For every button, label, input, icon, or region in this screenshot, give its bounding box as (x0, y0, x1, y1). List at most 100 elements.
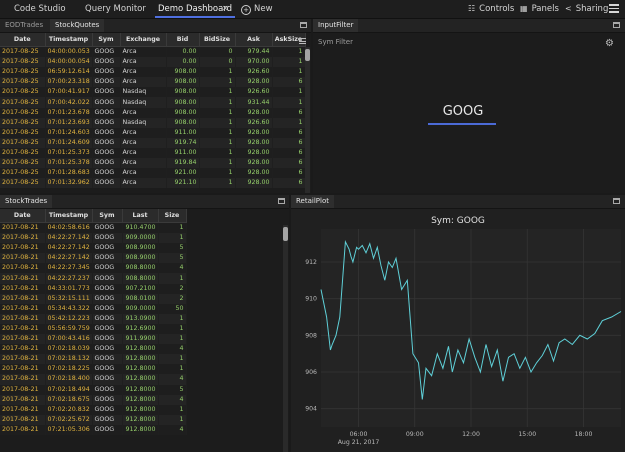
table-row[interactable]: 2017-08-25 07:01:24.609 GOOG Arca 919.74 1 928… (0, 137, 306, 148)
gear-icon[interactable]: ⚙ (605, 38, 614, 49)
table-cell: 0.00 (166, 57, 200, 68)
maximize-icon[interactable] (278, 198, 285, 204)
maximize-icon[interactable] (613, 198, 620, 204)
table-cell: 911.9900 (122, 334, 159, 345)
table-row[interactable]: 2017-08-21 07:02:18.494 GOOG 912.8000 5 (0, 384, 187, 395)
table-cell: 6 (272, 107, 306, 118)
stockquotes-scrollbar[interactable] (305, 47, 310, 193)
table-cell: Arca (120, 168, 167, 179)
retailplot-panel: RetailPlot Sym: GOOG 904 906 908 910 912 06:… (291, 195, 625, 452)
col-header-date[interactable]: Date (0, 33, 46, 47)
table-row[interactable]: 2017-08-21 07:02:25.672 GOOG 912.8000 1 (0, 414, 187, 425)
col-header-exchange[interactable]: Exchange (120, 33, 167, 47)
table-cell: 913.0900 (122, 313, 159, 324)
table-row[interactable]: 2017-08-25 04:00:00.053 GOOG Arca 0.00 0 979.4… (0, 46, 306, 58)
col-header-date[interactable]: Date (0, 209, 46, 223)
table-cell: 2017-08-25 (0, 137, 46, 148)
sharing-button[interactable]: < Sharing (565, 0, 608, 18)
table-row[interactable]: 2017-08-21 07:02:18.132 GOOG 912.8000 1 (0, 354, 187, 365)
tab-stocktrades[interactable]: StockTrades (0, 195, 53, 208)
stocktrades-scroll-thumb[interactable] (283, 227, 288, 241)
tab-code-studio[interactable]: Code Studio (14, 0, 66, 18)
table-row[interactable]: 2017-08-21 04:22:27.142 GOOG 909.0000 1 (0, 233, 187, 244)
table-row[interactable]: 2017-08-25 07:01:24.603 GOOG Arca 911.00 1 928… (0, 127, 306, 138)
col-header-sym[interactable]: Sym (92, 209, 123, 223)
tab-eodtrades[interactable]: EODTrades (0, 19, 48, 32)
table-row[interactable]: 2017-08-25 07:01:23.693 GOOG Nasdaq 908.00 1 9… (0, 117, 306, 128)
sym-filter-value[interactable]: GOOG (428, 104, 498, 119)
table-row[interactable]: 2017-08-25 04:00:00.054 GOOG Arca 0.00 0 970.0… (0, 57, 306, 68)
tab-retailplot[interactable]: RetailPlot (291, 195, 334, 208)
table-cell: 921.10 (166, 178, 200, 189)
table-cell: Arca (120, 178, 167, 189)
table-row[interactable]: 2017-08-21 07:02:20.832 GOOG 912.8000 1 (0, 404, 187, 415)
table-row[interactable]: 2017-08-21 04:33:01.773 GOOG 907.2100 2 (0, 283, 187, 294)
table-row[interactable]: 2017-08-21 04:22:27.142 GOOG 908.9000 5 (0, 243, 187, 254)
col-header-ask[interactable]: Ask (235, 33, 273, 47)
table-row[interactable]: 2017-08-21 05:34:43.322 GOOG 909.0000 50 (0, 303, 187, 314)
table-cell: GOOG (92, 323, 123, 335)
retail-plot-chart[interactable]: Sym: GOOG 904 906 908 910 912 06:00 09:00 12:0… (291, 208, 625, 452)
controls-label: Controls (479, 4, 515, 14)
maximize-icon[interactable] (613, 22, 620, 28)
table-row[interactable]: 2017-08-21 07:00:43.416 GOOG 911.9900 1 (0, 334, 187, 345)
tab-stockquotes[interactable]: StockQuotes (50, 19, 105, 32)
chart-title: Sym: GOOG (431, 216, 485, 226)
table-cell: 1 (158, 323, 187, 335)
table-row[interactable]: 2017-08-21 04:22:27.345 GOOG 908.8000 4 (0, 263, 187, 274)
table-cell: 2017-08-21 (0, 424, 46, 435)
table-cell: 2017-08-25 (0, 178, 46, 189)
col-header-bid[interactable]: Bid (166, 33, 200, 47)
table-cell: 970.00 (235, 57, 273, 68)
table-row[interactable]: 2017-08-21 04:22:27.237 GOOG 908.8000 1 (0, 273, 187, 284)
table-cell: 928.00 (235, 178, 273, 189)
table-cell: 1 (158, 404, 187, 415)
table-cell: 1 (199, 137, 236, 148)
col-header-timestamp[interactable]: Timestamp (45, 33, 93, 47)
tab-inputfilter[interactable]: InputFilter (313, 19, 359, 32)
table-row[interactable]: 2017-08-25 07:01:23.678 GOOG Arca 908.00 1 928… (0, 107, 306, 118)
table-cell: GOOG (92, 384, 123, 395)
table-cell: 2017-08-25 (0, 57, 46, 68)
stocktrades-scrollbar[interactable] (283, 225, 288, 452)
table-row[interactable]: 2017-08-25 07:01:32.962 GOOG Arca 921.10 1 928… (0, 178, 306, 189)
table-row[interactable]: 2017-08-25 06:59:12.614 GOOG Arca 908.00 1 926… (0, 67, 306, 78)
table-cell: 2017-08-21 (0, 303, 46, 314)
column-menu-icon[interactable] (299, 38, 306, 46)
table-row[interactable]: 2017-08-25 07:00:41.917 GOOG Nasdaq 908.00 1 9… (0, 87, 306, 98)
table-cell: 1 (272, 87, 306, 98)
new-tab-button[interactable]: + New (241, 0, 273, 18)
table-row[interactable]: 2017-08-21 05:56:59.759 GOOG 912.6900 1 (0, 323, 187, 335)
col-header-sym[interactable]: Sym (92, 33, 121, 47)
tab-demo-dashboard[interactable]: Demo Dashboard (154, 0, 236, 18)
table-row[interactable]: 2017-08-25 07:01:28.683 GOOG Arca 921.00 1 928… (0, 168, 306, 179)
table-cell: 4 (158, 424, 187, 435)
menu-icon[interactable] (609, 4, 619, 13)
table-row[interactable]: 2017-08-21 07:02:18.400 GOOG 912.8000 4 (0, 374, 187, 385)
col-header-last[interactable]: Last (122, 209, 159, 223)
table-row[interactable]: 2017-08-21 04:22:27.142 GOOG 908.9000 5 (0, 253, 187, 264)
col-header-bidsize[interactable]: BidSize (199, 33, 236, 47)
table-row[interactable]: 2017-08-25 07:00:23.318 GOOG Arca 908.00 1 928… (0, 77, 306, 88)
stockquotes-table: Date Timestamp Sym Exchange Bid BidSize … (0, 33, 306, 189)
table-row[interactable]: 2017-08-25 07:00:42.022 GOOG Nasdaq 908.00 1 9… (0, 97, 306, 108)
table-row[interactable]: 2017-08-21 07:21:05.306 GOOG 912.8000 4 (0, 424, 187, 435)
table-row[interactable]: 2017-08-21 07:02:18.039 GOOG 912.8000 4 (0, 344, 187, 355)
table-row[interactable]: 2017-08-25 07:01:25.373 GOOG Arca 911.00 1 928… (0, 147, 306, 159)
table-row[interactable]: 2017-08-21 07:02:18.225 GOOG 912.8000 1 (0, 364, 187, 375)
stockquotes-scroll-thumb[interactable] (305, 49, 310, 61)
table-cell: 2017-08-25 (0, 158, 46, 169)
maximize-icon[interactable] (300, 22, 307, 28)
table-cell: 908.00 (166, 87, 200, 98)
controls-button[interactable]: ☷ Controls (468, 0, 514, 18)
close-tab-icon[interactable]: ✕ (222, 0, 229, 18)
table-row[interactable]: 2017-08-25 07:01:25.378 GOOG Arca 919.84 1 928… (0, 158, 306, 169)
tab-query-monitor[interactable]: Query Monitor (85, 0, 146, 18)
table-row[interactable]: 2017-08-21 05:32:15.111 GOOG 908.0100 2 (0, 293, 187, 304)
col-header-size[interactable]: Size (158, 209, 187, 223)
panels-button[interactable]: ▦ Panels (520, 0, 559, 18)
table-row[interactable]: 2017-08-21 05:42:12.223 GOOG 913.0900 1 (0, 313, 187, 324)
table-row[interactable]: 2017-08-21 04:02:58.616 GOOG 910.4700 1 (0, 222, 187, 234)
table-row[interactable]: 2017-08-21 07:02:18.675 GOOG 912.8000 4 (0, 394, 187, 405)
col-header-timestamp[interactable]: Timestamp (45, 209, 93, 223)
